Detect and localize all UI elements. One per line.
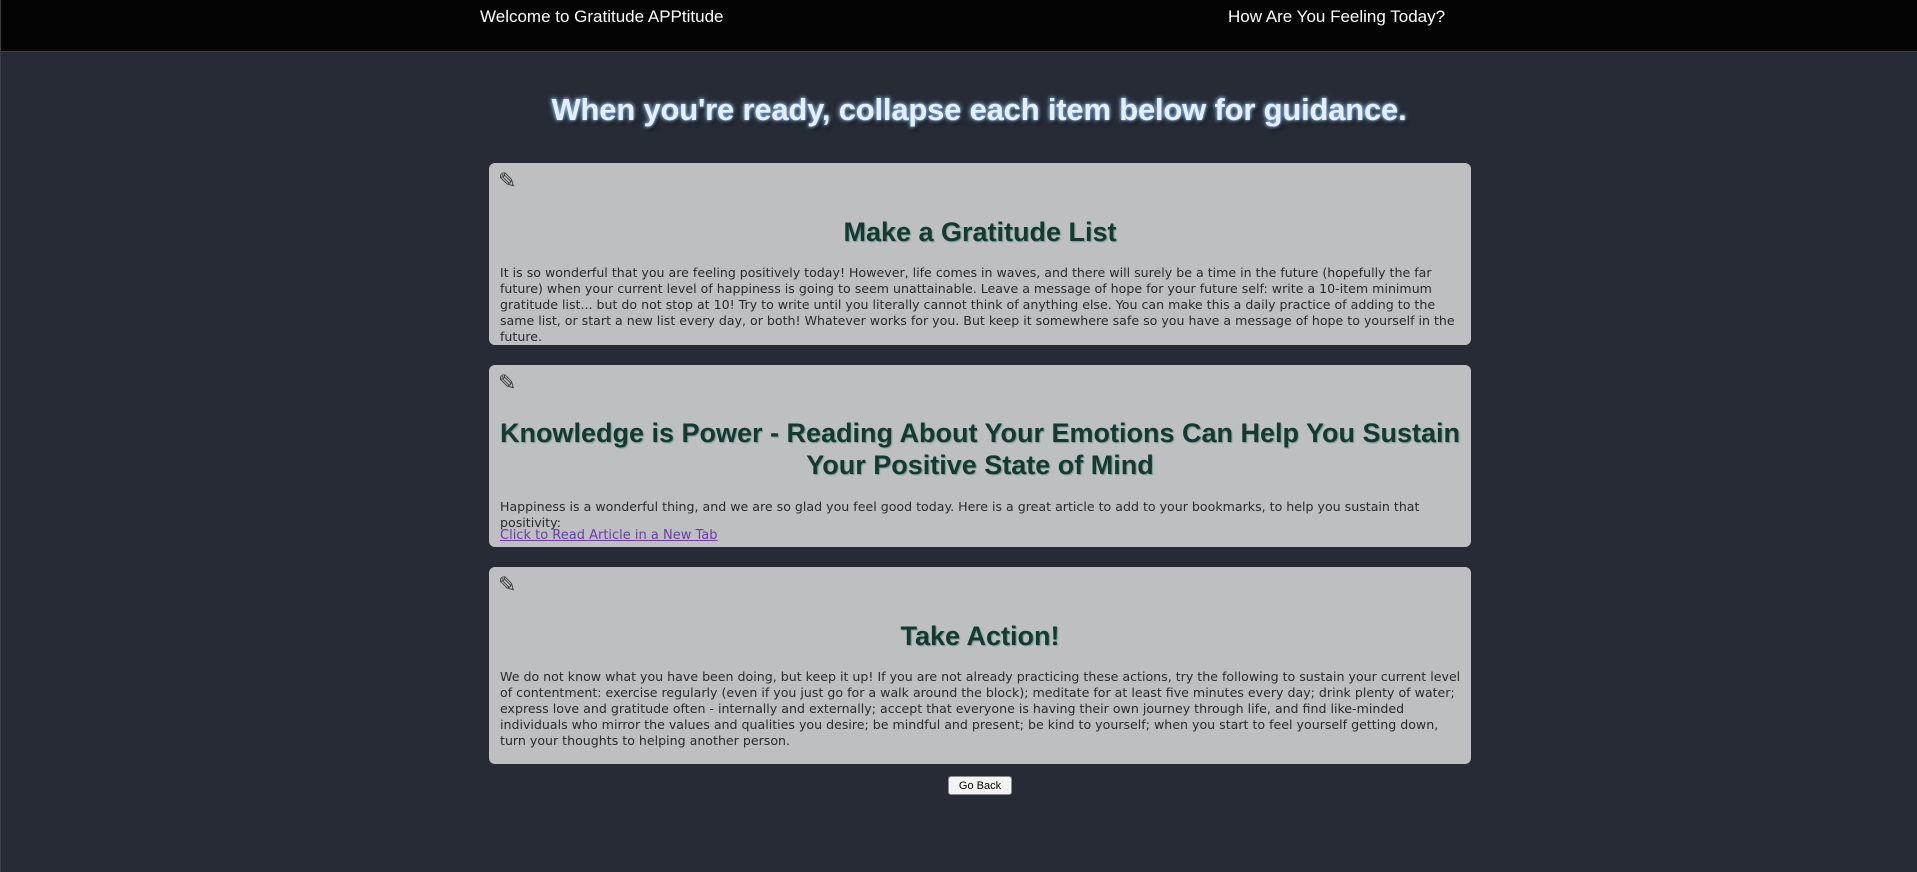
pencil-icon[interactable]: ✎ (498, 573, 516, 598)
card-title: Take Action! (900, 621, 1060, 651)
card-title: Make a Gratitude List (843, 217, 1117, 247)
card-take-action[interactable]: ✎ Take Action! We do not know what you h… (489, 567, 1471, 764)
page-headline: When you're ready, collapse each item be… (551, 92, 1407, 127)
page-border (0, 52, 1, 872)
card-knowledge-is-power[interactable]: ✎ Knowledge is Power - Reading About You… (489, 365, 1471, 547)
top-nav-bar: Welcome to Gratitude APPtitude How Are Y… (0, 0, 1917, 52)
read-article-link[interactable]: Click to Read Article in a New Tab (500, 528, 718, 543)
nav-feeling-link[interactable]: How Are You Feeling Today? (1228, 7, 1445, 27)
pencil-icon[interactable]: ✎ (498, 371, 516, 396)
card-title: Knowledge is Power - Reading About Your … (499, 418, 1461, 480)
card-body: Happiness is a wonderful thing, and we a… (500, 499, 1420, 530)
go-back-button[interactable]: Go Back (948, 776, 1012, 795)
nav-home-link[interactable]: Welcome to Gratitude APPtitude (480, 7, 723, 27)
card-body: We do not know what you have been doing,… (500, 669, 1461, 748)
pencil-icon[interactable]: ✎ (498, 169, 516, 194)
card-gratitude-list[interactable]: ✎ Make a Gratitude List It is so wonderf… (489, 163, 1471, 345)
card-body: It is so wonderful that you are feeling … (500, 265, 1455, 344)
